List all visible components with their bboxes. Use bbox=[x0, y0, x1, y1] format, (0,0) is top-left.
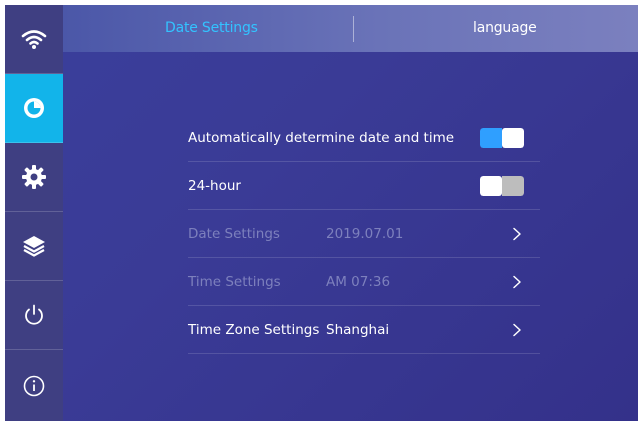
wifi-icon bbox=[21, 30, 47, 49]
date-settings-label: Date Settings bbox=[188, 226, 280, 242]
sidebar-item-settings[interactable] bbox=[5, 143, 63, 212]
hour24-label: 24-hour bbox=[188, 178, 241, 194]
device-screen: Date Settings language Automatically det… bbox=[5, 5, 638, 421]
tab-divider bbox=[353, 16, 354, 42]
sidebar-item-power[interactable] bbox=[5, 281, 63, 350]
date-value: 2019.07.01 bbox=[326, 226, 404, 242]
settings-row-time[interactable]: Time Settings AM 07:36 bbox=[188, 258, 540, 306]
auto-date-time-label: Automatically determine date and time bbox=[188, 130, 455, 146]
timezone-settings-label: Time Zone Settings bbox=[188, 322, 320, 338]
auto-date-time-toggle[interactable] bbox=[480, 128, 524, 148]
tab-language[interactable]: language bbox=[473, 5, 537, 52]
power-icon bbox=[25, 304, 43, 325]
gear-icon bbox=[22, 165, 46, 189]
clock-icon bbox=[24, 98, 44, 118]
chevron-right-icon bbox=[513, 275, 521, 289]
sidebar bbox=[5, 5, 63, 421]
info-icon bbox=[23, 375, 45, 396]
chevron-right-icon bbox=[513, 227, 521, 241]
sidebar-item-display[interactable] bbox=[5, 212, 63, 281]
settings-row-24-hour[interactable]: 24-hour bbox=[188, 162, 540, 210]
time-value: AM 07:36 bbox=[326, 274, 391, 290]
sidebar-item-info[interactable] bbox=[5, 350, 63, 421]
settings-row-auto-date-time[interactable]: Automatically determine date and time bbox=[188, 114, 540, 162]
time-settings-label: Time Settings bbox=[188, 274, 281, 290]
settings-row-timezone[interactable]: Time Zone Settings Shanghai bbox=[188, 306, 540, 354]
settings-row-date[interactable]: Date Settings 2019.07.01 bbox=[188, 210, 540, 258]
layers-icon bbox=[23, 236, 45, 257]
sidebar-item-wifi[interactable] bbox=[5, 5, 63, 74]
chevron-right-icon bbox=[513, 323, 521, 337]
settings-list: Automatically determine date and time 24… bbox=[188, 114, 540, 354]
sidebar-item-date-time[interactable] bbox=[5, 74, 63, 143]
timezone-value: Shanghai bbox=[326, 322, 390, 338]
hour24-toggle[interactable] bbox=[480, 176, 524, 196]
top-tab-bar: Date Settings language bbox=[63, 5, 638, 52]
tab-date-settings[interactable]: Date Settings bbox=[165, 5, 258, 52]
